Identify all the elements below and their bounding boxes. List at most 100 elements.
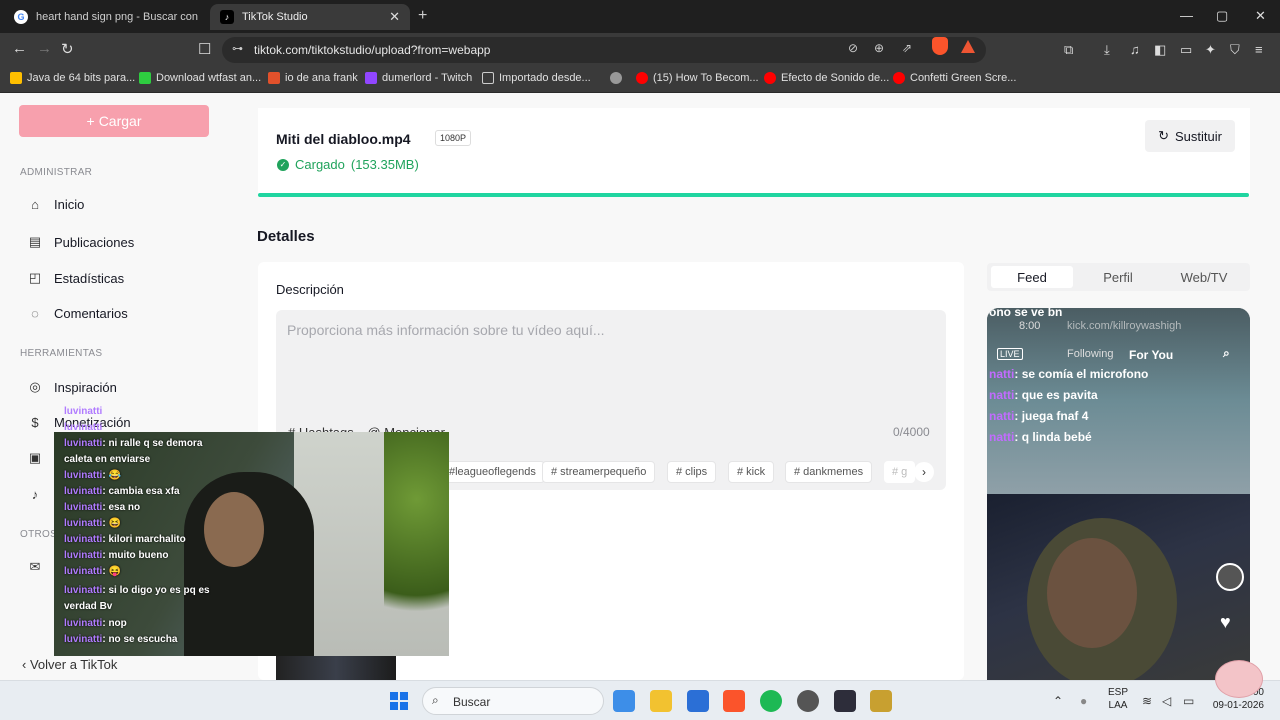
video-preview[interactable]: ono se ve bn 8:00 kick.com/killroywashig… bbox=[987, 308, 1250, 680]
volume-icon[interactable]: ◁ bbox=[1162, 694, 1171, 708]
menu-icon[interactable]: ≡ bbox=[1255, 42, 1263, 57]
tab-tiktok-studio[interactable]: ♪ TikTok Studio ✕ bbox=[210, 4, 410, 30]
zoom-icon[interactable]: ⊕ bbox=[874, 41, 884, 55]
chat-user: luvinatti bbox=[64, 486, 103, 497]
site-info-icon[interactable]: ⊶ bbox=[232, 42, 243, 55]
replace-button[interactable]: ↻ Sustituir bbox=[1145, 120, 1235, 152]
upload-button[interactable]: + Cargar bbox=[19, 105, 209, 137]
reload-icon[interactable]: ↻ bbox=[61, 40, 74, 58]
hashtag-chip[interactable]: # clips bbox=[667, 461, 717, 483]
wifi-icon[interactable]: ≋ bbox=[1142, 694, 1152, 708]
close-window-icon[interactable]: ✕ bbox=[1255, 8, 1266, 24]
plus-icon: + bbox=[86, 113, 95, 129]
sidebar-item-comments[interactable]: ◌ Comentarios bbox=[28, 306, 128, 321]
url-field[interactable]: ⊶ tiktok.com/tiktokstudio/upload?from=we… bbox=[222, 37, 986, 63]
brave-icon[interactable] bbox=[723, 690, 745, 712]
no-camera-icon[interactable]: ⊘ bbox=[848, 41, 858, 55]
overlay-chat-line: luvinatti: esa no bbox=[64, 502, 141, 513]
file-explorer-icon[interactable] bbox=[650, 690, 672, 712]
bookmark-item[interactable]: Download wtfast an... bbox=[139, 72, 261, 84]
creator-avatar bbox=[1216, 563, 1244, 591]
bookmark-label: Download wtfast an... bbox=[156, 72, 262, 84]
back-icon[interactable]: ← bbox=[12, 40, 27, 57]
hashtag-chip[interactable]: # dankmemes bbox=[785, 461, 873, 483]
sidebar-item-posts[interactable]: ▤ Publicaciones bbox=[28, 234, 134, 250]
hashtag-chip[interactable]: # streamerpequeño bbox=[542, 461, 656, 483]
bookmark-item[interactable]: Confetti Green Scre... bbox=[893, 72, 1016, 84]
sidebar-icon[interactable]: ◧ bbox=[1154, 42, 1166, 58]
sidebar-item-feedback[interactable]: ✉ bbox=[28, 559, 42, 575]
overlay-chat-line: luvinatti: no se escucha bbox=[64, 634, 178, 645]
chat-message: se comía el microfono bbox=[1021, 367, 1149, 381]
share-icon[interactable]: ⇗ bbox=[902, 41, 912, 55]
bookmark-item[interactable]: Java de 64 bits para... bbox=[10, 72, 135, 84]
close-tab-icon[interactable]: ✕ bbox=[389, 9, 400, 25]
tab-feed[interactable]: Feed bbox=[991, 266, 1073, 288]
spotify-icon[interactable] bbox=[760, 690, 782, 712]
hashtag-chip[interactable]: # g bbox=[884, 461, 916, 483]
league-icon[interactable] bbox=[870, 690, 892, 712]
sidebar-item-analytics[interactable]: ◰ Estadísticas bbox=[28, 270, 124, 286]
search-icon: ⌕ bbox=[1223, 346, 1230, 360]
chat-message: que es pavita bbox=[1021, 388, 1098, 402]
leo-icon[interactable]: ✦ bbox=[1205, 42, 1216, 58]
download-icon[interactable]: ⤓ bbox=[1104, 42, 1110, 58]
chat-user: luvinatti bbox=[64, 550, 103, 561]
overlay-chat-line: luvinatti: ni ralle q se demora bbox=[64, 438, 203, 449]
maximize-icon[interactable]: ▢ bbox=[1216, 8, 1228, 24]
wallet-icon[interactable]: ▭ bbox=[1180, 42, 1192, 58]
bookmark-item[interactable]: Efecto de Sonido de... bbox=[764, 72, 889, 84]
back-to-tiktok-link[interactable]: ‹ Volver a TikTok bbox=[22, 657, 117, 672]
bookmark-icon[interactable]: ☐ bbox=[198, 40, 211, 58]
store-icon[interactable] bbox=[613, 690, 635, 712]
hashtag-chip[interactable]: # kick bbox=[728, 461, 775, 483]
tab-google-search[interactable]: G heart hand sign png - Buscar con Go bbox=[4, 4, 208, 30]
floating-stream-overlay[interactable]: luvinatti: ni ralle q se demora caleta e… bbox=[54, 432, 449, 656]
check-circle-icon: ✓ bbox=[277, 158, 289, 171]
search-icon: ⌕ bbox=[432, 693, 439, 707]
windows-start-icon[interactable] bbox=[390, 692, 408, 710]
chat-user: luvinatti bbox=[64, 438, 103, 449]
tray-expand-icon[interactable]: ⌃ bbox=[1053, 694, 1063, 708]
media-icon[interactable]: ♫ bbox=[1130, 42, 1140, 57]
chevron-right-icon[interactable]: › bbox=[914, 462, 934, 482]
preview-chat-line: natti: se comía el microfono bbox=[989, 367, 1149, 381]
sidebar-item-feature[interactable]: ▣ bbox=[28, 450, 42, 466]
sidebar-item-sounds[interactable]: ♪ bbox=[28, 487, 42, 502]
screenshot-icon[interactable]: ⧉ bbox=[1064, 42, 1073, 58]
tiktok-icon: ♪ bbox=[220, 10, 234, 24]
obs-icon[interactable] bbox=[797, 690, 819, 712]
language-indicator[interactable]: ESP LAA bbox=[1108, 686, 1128, 712]
tab-profile[interactable]: Perfil bbox=[1077, 266, 1159, 288]
folder-icon bbox=[482, 72, 494, 84]
chat-message: verdad Bv bbox=[64, 601, 113, 612]
url-text: tiktok.com/tiktokstudio/upload?from=weba… bbox=[254, 43, 491, 57]
bookmark-item[interactable]: io de ana frank bbox=[268, 72, 358, 84]
tab-web-tv[interactable]: Web/TV bbox=[1163, 266, 1245, 288]
minimize-icon[interactable]: — bbox=[1180, 8, 1193, 23]
davinci-icon[interactable] bbox=[834, 690, 856, 712]
bookmark-item[interactable]: (15) How To Becom... bbox=[636, 72, 759, 84]
forward-icon[interactable]: → bbox=[37, 40, 52, 57]
bookmark-item[interactable]: dumerlord - Twitch bbox=[365, 72, 472, 84]
youtube-icon bbox=[636, 72, 648, 84]
overlay-chat-line: luvinatti: kilori marchalito bbox=[64, 534, 186, 545]
sidebar-item-label: Publicaciones bbox=[54, 234, 135, 250]
battery-icon[interactable]: ▭ bbox=[1183, 694, 1194, 708]
taskbar-search[interactable]: ⌕ Buscar bbox=[422, 687, 604, 715]
video-cover-thumbnail[interactable] bbox=[276, 656, 396, 680]
upload-status: ✓ Cargado (153.35MB) bbox=[277, 157, 419, 172]
chat-user: luvinatti bbox=[64, 534, 103, 545]
brave-shield-icon[interactable] bbox=[932, 37, 948, 55]
brave-rewards-icon[interactable] bbox=[961, 40, 975, 53]
hashtag-chip[interactable]: #leagueoflegends bbox=[440, 461, 545, 483]
outlook-icon[interactable] bbox=[687, 690, 709, 712]
overlay-chat-line: luvinatti: 😆 bbox=[64, 518, 121, 529]
microphone-icon[interactable]: ● bbox=[1080, 694, 1087, 708]
bookmark-item[interactable] bbox=[610, 72, 622, 84]
vpn-icon[interactable]: ⛉ bbox=[1230, 42, 1240, 58]
bookmark-folder[interactable]: Importado desde... bbox=[482, 72, 591, 84]
new-tab-icon[interactable]: + bbox=[418, 7, 427, 25]
sidebar-item-inspiration[interactable]: ◎ Inspiración bbox=[28, 379, 117, 395]
sidebar-item-home[interactable]: ⌂ Inicio bbox=[28, 197, 84, 212]
